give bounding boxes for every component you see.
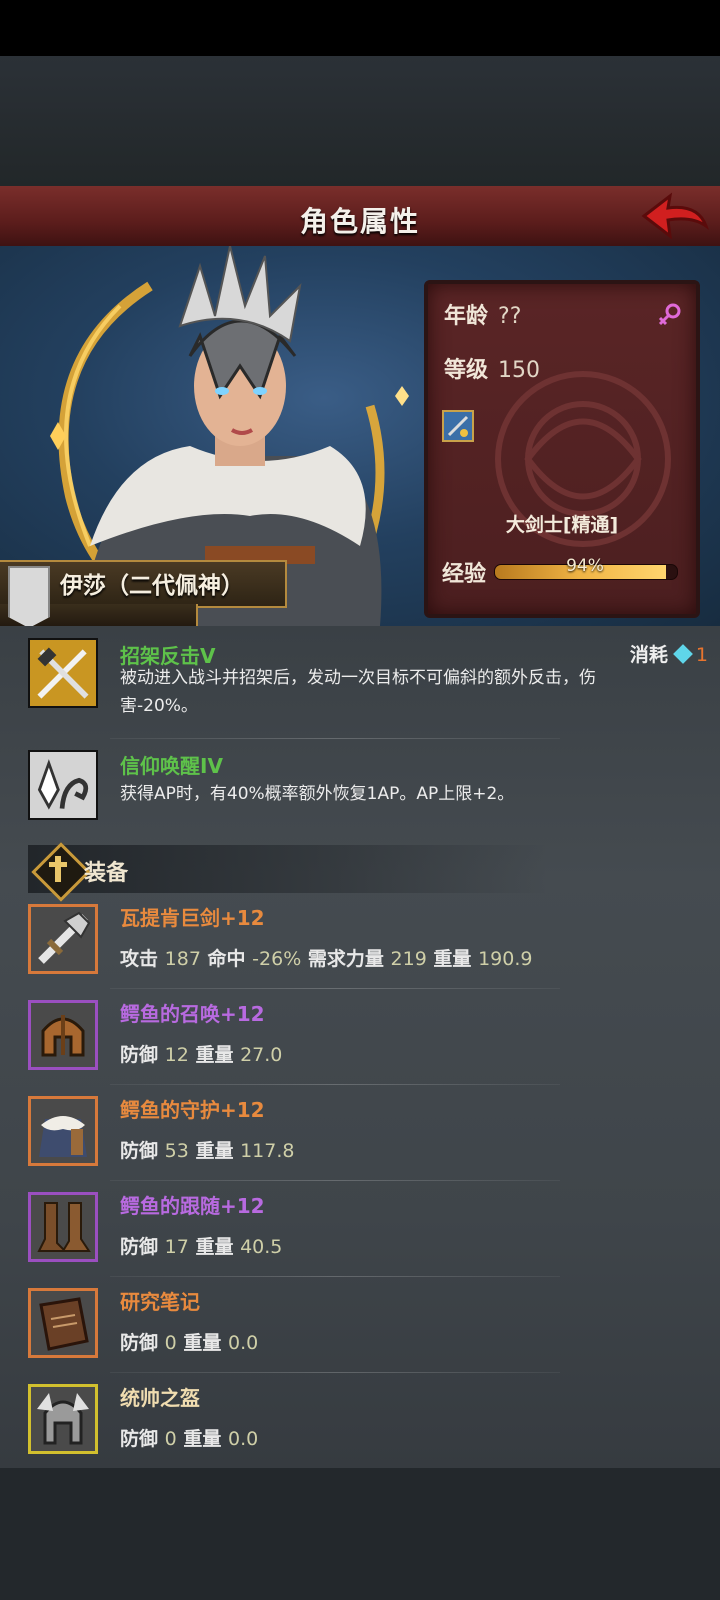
equipment-item[interactable]: 鳄鱼的跟随+12 防御 17 重量 40.5 xyxy=(0,1188,720,1284)
stat-value: 190.9 xyxy=(478,948,533,970)
skill-description: 获得AP时，有40%概率额外恢复1AP。AP上限+2。 xyxy=(120,784,515,804)
stat-value: 187 xyxy=(164,948,201,970)
cross-icon xyxy=(49,856,67,882)
stat-label: 重量 xyxy=(195,1236,234,1258)
equipment-title: 装备 xyxy=(84,861,129,886)
divider xyxy=(110,1084,560,1085)
female-icon xyxy=(658,303,681,326)
stat-label: 防御 xyxy=(120,1332,159,1354)
cost-value: 1 xyxy=(695,644,708,666)
stat-label: 重量 xyxy=(183,1332,222,1354)
bottom-background xyxy=(0,1468,720,1600)
divider xyxy=(110,988,560,989)
divider xyxy=(110,738,560,739)
page-title: 角色属性 xyxy=(299,205,420,238)
stat-value: 0 xyxy=(164,1428,177,1450)
stat-label: 重量 xyxy=(195,1044,234,1066)
equipment-item[interactable]: 统帅之盔 防御 0 重量 0.0 xyxy=(0,1380,720,1468)
cost-indicator: 消耗 1 xyxy=(630,640,708,667)
stat-value: 117.8 xyxy=(240,1140,295,1162)
equipment-stats: 防御 17 重量 40.5 xyxy=(120,1232,282,1259)
stat-label: 需求力量 xyxy=(307,948,384,970)
equipment-stats: 防御 0 重量 0.0 xyxy=(120,1424,258,1451)
stat-value: 12 xyxy=(164,1044,189,1066)
fur-armor-icon xyxy=(28,1096,98,1166)
diamond-icon xyxy=(673,644,693,664)
age-label: 年龄 xyxy=(444,304,489,329)
stat-label: 防御 xyxy=(120,1236,159,1258)
stat-value: -26% xyxy=(252,948,302,970)
equipment-stats: 防御 53 重量 117.8 xyxy=(120,1136,295,1163)
equipment-stats: 攻击 187 命中 -26% 需求力量 219 重量 190.9 xyxy=(120,944,532,971)
stat-label: 重量 xyxy=(183,1428,222,1450)
equipment-item[interactable]: 研究笔记 防御 0 重量 0.0 xyxy=(0,1284,720,1380)
equipment-name: 鳄鱼的守护+12 xyxy=(120,1098,265,1122)
exp-percent: 94% xyxy=(566,556,604,576)
faith-hand-icon xyxy=(28,750,98,820)
stats-panel: 年龄?? 等级 150 大剑士[精通] 经验 94% xyxy=(424,280,700,618)
stat-label: 防御 xyxy=(120,1428,159,1450)
stat-value: 0.0 xyxy=(228,1428,259,1450)
parry-swords-icon xyxy=(28,638,98,708)
divider xyxy=(110,1180,560,1181)
cost-label: 消耗 xyxy=(629,644,668,666)
stat-value: 27.0 xyxy=(240,1044,283,1066)
stat-label: 攻击 xyxy=(120,948,159,970)
stat-value: 0 xyxy=(164,1332,177,1354)
stat-label: 防御 xyxy=(120,1044,159,1066)
winged-helm-icon xyxy=(28,1384,98,1454)
title-bar: 角色属性 xyxy=(0,186,720,249)
equipment-stats: 防御 0 重量 0.0 xyxy=(120,1328,258,1355)
flag-icon xyxy=(8,566,50,628)
notebook-icon xyxy=(28,1288,98,1358)
back-button[interactable] xyxy=(640,192,710,240)
equipment-item[interactable]: 鳄鱼的召唤+12 防御 12 重量 27.0 xyxy=(0,996,720,1092)
equipment-name: 统帅之盔 xyxy=(120,1386,200,1410)
level-label: 等级 xyxy=(444,358,489,383)
skill-name: 信仰唤醒IV xyxy=(120,754,223,778)
stat-label: 重量 xyxy=(195,1140,234,1162)
stat-value: 53 xyxy=(164,1140,189,1162)
equipment-name: 鳄鱼的跟随+12 xyxy=(120,1194,265,1218)
divider xyxy=(110,1372,560,1373)
class-name: 大剑士[精通] xyxy=(505,514,619,536)
stat-label: 重量 xyxy=(433,948,472,970)
equipment-name: 瓦提肯巨剑+12 xyxy=(120,906,265,930)
equipment-stats: 防御 12 重量 27.0 xyxy=(120,1040,282,1067)
skill-description: 被动进入战斗并招架后，发动一次目标不可偏斜的额外反击，伤害-20%。 xyxy=(120,668,596,716)
status-bar xyxy=(0,0,720,56)
age-value: ?? xyxy=(498,304,522,329)
equipment-name: 研究笔记 xyxy=(120,1290,200,1314)
stat-label: 防御 xyxy=(120,1140,159,1162)
class-sword-icon[interactable] xyxy=(442,410,474,442)
character-name: 伊莎（二代佩神） xyxy=(60,573,244,599)
top-background xyxy=(0,56,720,186)
back-arrow-icon xyxy=(641,192,710,240)
equipment-item[interactable]: 鳄鱼的守护+12 防御 53 重量 117.8 xyxy=(0,1092,720,1188)
exp-label: 经验 xyxy=(442,562,487,587)
stat-label: 命中 xyxy=(207,948,246,970)
divider xyxy=(110,1276,560,1277)
equipment-name: 鳄鱼的召唤+12 xyxy=(120,1002,265,1026)
age-row: 年龄?? xyxy=(444,298,521,330)
boots-icon xyxy=(28,1192,98,1262)
stat-value: 17 xyxy=(164,1236,189,1258)
greatsword-icon xyxy=(28,904,98,974)
skill-row[interactable]: 招架反击V 被动进入战斗并招架后，发动一次目标不可偏斜的额外反击，伤害-20%。… xyxy=(0,626,720,730)
skill-row[interactable]: 信仰唤醒IV 获得AP时，有40%概率额外恢复1AP。AP上限+2。 xyxy=(0,740,720,834)
helmet-icon xyxy=(28,1000,98,1070)
stat-value: 0.0 xyxy=(228,1332,259,1354)
stat-value: 40.5 xyxy=(240,1236,283,1258)
stat-value: 219 xyxy=(390,948,427,970)
equipment-item[interactable]: 瓦提肯巨剑+12 攻击 187 命中 -26% 需求力量 219 重量 190.… xyxy=(0,900,720,996)
